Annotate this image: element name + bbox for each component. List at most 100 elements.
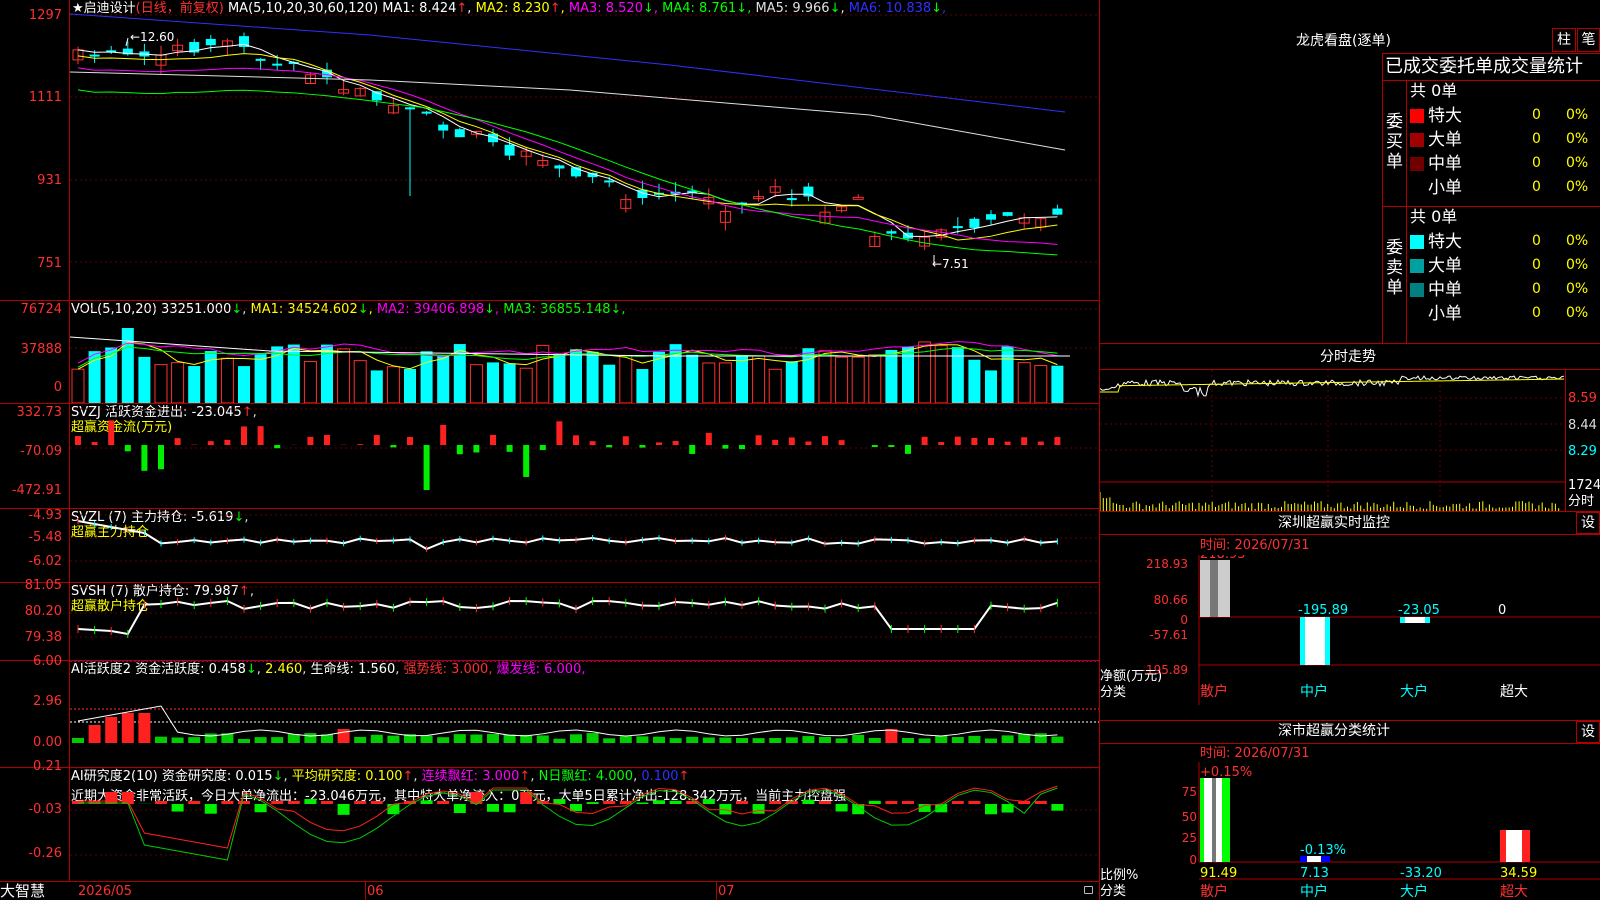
candle <box>554 164 565 178</box>
volume-bar <box>220 357 234 403</box>
research-bar <box>304 799 317 804</box>
svzj-bar <box>606 445 613 448</box>
stroke-mode-button[interactable]: 笔 <box>1577 28 1600 52</box>
volume-chart[interactable] <box>70 301 1099 403</box>
svzl-line <box>77 520 1058 551</box>
candle <box>255 57 266 71</box>
svzj-bar <box>423 445 430 490</box>
lock-icon[interactable] <box>1084 886 1093 894</box>
stats-category: 超大 <box>1500 884 1528 900</box>
volume-bar <box>1001 346 1014 403</box>
intraday-ytick-3: 8.29 <box>1568 444 1597 459</box>
stats-category: 大户 <box>1400 883 1428 900</box>
volume-bar <box>154 364 168 403</box>
volume-bar <box>519 367 533 403</box>
svsh-line <box>77 600 1058 636</box>
order-row-pct: 0% <box>1566 233 1589 249</box>
order-row-count: 0 <box>1532 155 1541 171</box>
ai-active-chart[interactable] <box>70 661 1099 767</box>
volume-bar <box>718 362 732 403</box>
svzj-bar <box>539 445 546 451</box>
svzj-bar <box>456 445 463 455</box>
svzj-bar <box>324 435 330 445</box>
candle <box>189 38 200 57</box>
stats-ytick: 0 <box>1189 853 1197 867</box>
order-row-name: 小单 <box>1428 304 1462 324</box>
bar-mode-button[interactable]: 柱 <box>1552 28 1576 52</box>
activity-bar <box>852 734 865 743</box>
research-bar <box>985 804 997 815</box>
ytick-label: -4.93 <box>28 508 62 523</box>
candle <box>421 111 432 116</box>
order-row-count: 0 <box>1532 257 1541 273</box>
order-row-count: 0 <box>1532 179 1541 195</box>
order-color-swatch <box>1410 109 1424 123</box>
stats-category: 中户 <box>1300 883 1328 900</box>
ytick-label: -70.09 <box>20 444 62 459</box>
candle-body <box>952 226 963 229</box>
candle-body <box>1052 208 1063 215</box>
order-row-pct: 0% <box>1566 305 1589 321</box>
svzj-bar <box>805 441 812 445</box>
activity-bar <box>985 738 997 743</box>
monitor-chart[interactable]: 218.9380.660-57.61-195.89218.93-195.89-2… <box>1100 555 1600 720</box>
stats-title: 深市超赢分类统计 <box>1278 723 1390 739</box>
volume-bar <box>204 351 217 403</box>
svzj-bar <box>274 445 281 449</box>
activity-bar <box>271 737 284 743</box>
candle <box>620 194 632 213</box>
research-bar <box>935 804 948 813</box>
svzj-bar <box>622 436 629 445</box>
volume-bar <box>686 354 699 403</box>
tab-filled[interactable]: 已成交 <box>1385 56 1439 77</box>
monitor-settings-button[interactable]: 设 <box>1576 512 1600 534</box>
svzj-chart[interactable] <box>70 404 1099 508</box>
candle <box>72 46 84 65</box>
stats-settings-button[interactable]: 设 <box>1576 721 1600 743</box>
volume-bar <box>835 356 849 403</box>
research-bar <box>1034 801 1047 804</box>
activity-bar <box>702 737 715 743</box>
candlestick-chart[interactable]: ←12.60 ←7.51 <box>70 0 1099 300</box>
volume-bar <box>636 369 649 403</box>
order-row-name: 特大 <box>1428 232 1462 252</box>
svzj-bar <box>108 420 115 445</box>
ai-research-chart[interactable] <box>70 768 1099 881</box>
research-bar <box>603 801 616 804</box>
order-row-count: 0 <box>1532 281 1541 297</box>
tab-orders[interactable]: 委托单 <box>1439 56 1493 77</box>
volume-bar <box>736 356 748 403</box>
order-color-swatch <box>1410 133 1424 147</box>
svsh-chart[interactable] <box>70 583 1099 660</box>
candle <box>438 121 449 139</box>
research-green-line <box>78 787 1058 861</box>
research-bar <box>354 801 367 804</box>
monitor-category: 超大 <box>1500 684 1528 700</box>
tab-volume-stats[interactable]: 成交量统计 <box>1493 56 1583 77</box>
candle-body <box>852 196 864 200</box>
volume-bar <box>71 368 85 403</box>
svzj-bar <box>158 445 164 470</box>
volume-bar <box>404 368 416 403</box>
svzl-chart[interactable] <box>70 509 1099 582</box>
volume-bar <box>603 364 616 403</box>
stats-chart[interactable]: 7550250+0.15%-0.13%91.49 7.13 -33.20 34.59比… <box>1100 762 1600 900</box>
stats-cat-label: 分类 <box>1100 884 1126 899</box>
activity-bar <box>736 738 748 743</box>
svzj-bar <box>207 441 214 445</box>
activity-bar <box>802 736 815 743</box>
monitor-value: -23.05 <box>1398 603 1440 618</box>
volume-bar <box>121 328 134 403</box>
ma3-line <box>77 67 1058 245</box>
ytick-label: 0 <box>53 380 62 395</box>
intraday-chart[interactable] <box>1100 370 1565 511</box>
svzj-bar <box>257 426 264 445</box>
activity-bar <box>304 733 317 743</box>
volume-bar <box>171 362 185 403</box>
candle <box>703 188 715 210</box>
research-bar <box>902 801 914 804</box>
ytick-label: 6.00 <box>33 654 62 669</box>
order-color-swatch <box>1410 259 1424 273</box>
monitor-value: 0 <box>1498 603 1506 618</box>
svzj-bar <box>689 445 696 454</box>
